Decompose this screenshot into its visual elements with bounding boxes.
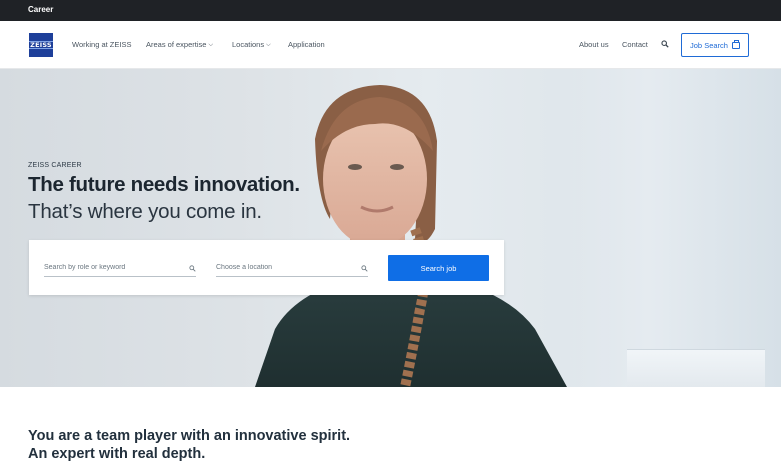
nav-item-contact[interactable]: Contact: [622, 40, 648, 49]
job-search-label: Job Search: [690, 40, 728, 50]
hero-subtitle: That’s where you come in.: [28, 200, 262, 223]
search-icon[interactable]: [661, 40, 669, 48]
hero-eyebrow: ZEISS CAREER: [28, 162, 82, 169]
role-keyword-input[interactable]: [44, 264, 174, 271]
nav-item-application[interactable]: Application: [288, 40, 325, 49]
background-shelf: [627, 349, 765, 387]
main-navigation: ZEISS Working at ZEISS Areas of expertis…: [0, 21, 781, 69]
job-search-form: Search job: [29, 240, 504, 295]
background-wall: [560, 69, 781, 387]
section-heading-line-1: You are a team player with an innovative…: [28, 428, 351, 444]
search-icon: [189, 265, 196, 272]
briefcase-icon: [731, 40, 740, 49]
search-job-button[interactable]: Search job: [388, 255, 489, 281]
section-heading-line-2: An expert with real depth.: [28, 446, 206, 462]
nav-item-label: Working at ZEISS: [72, 40, 132, 49]
nav-item-areas-of-expertise[interactable]: Areas of expertise ⌵: [146, 40, 213, 49]
hero-person-image: [255, 85, 567, 387]
nav-item-label: Locations: [232, 40, 265, 49]
nav-item-label: Areas of expertise: [146, 40, 207, 49]
nav-item-locations[interactable]: Locations ⌵: [232, 40, 271, 49]
zeiss-logo[interactable]: ZEISS: [29, 33, 53, 57]
nav-item-label: Application: [288, 40, 325, 49]
top-bar: Career: [0, 0, 781, 21]
search-icon: [361, 265, 368, 272]
nav-item-about-us[interactable]: About us: [579, 40, 609, 49]
nav-item-working-at-zeiss[interactable]: Working at ZEISS: [72, 40, 131, 49]
career-label[interactable]: Career: [28, 5, 53, 14]
job-search-button[interactable]: Job Search: [681, 33, 749, 57]
hero-title: The future needs innovation.: [28, 173, 300, 196]
chevron-down-icon: ⌵: [266, 42, 271, 48]
location-input[interactable]: [216, 264, 346, 271]
hero-section: ZEISS CAREER The future needs innovation…: [0, 69, 781, 387]
location-field: [216, 258, 368, 277]
chevron-down-icon: ⌵: [208, 42, 214, 48]
role-keyword-field: [44, 258, 196, 277]
